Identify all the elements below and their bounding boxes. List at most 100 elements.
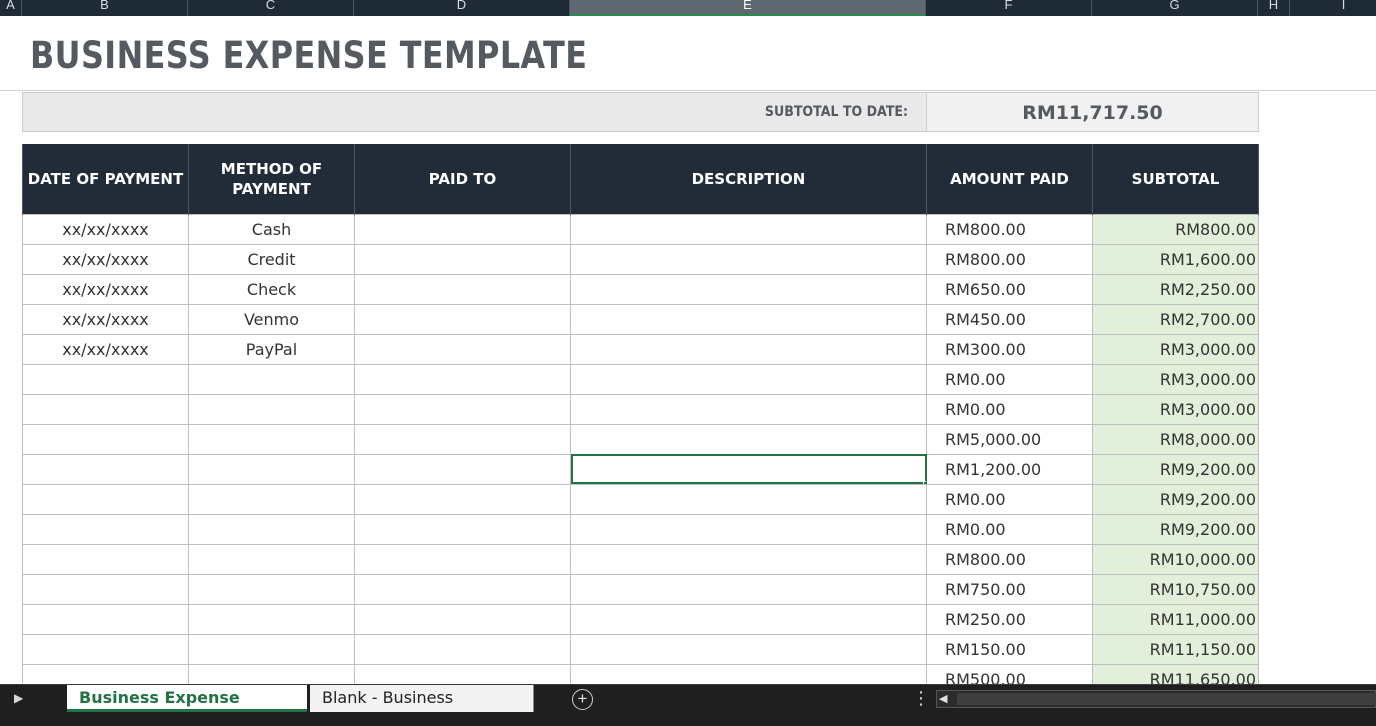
cell-paid-to[interactable] xyxy=(354,393,571,425)
header-method-of-payment[interactable]: METHOD OF PAYMENT xyxy=(188,144,355,214)
cell-date[interactable]: xx/xx/xxxx xyxy=(22,243,189,275)
horizontal-scrollbar[interactable]: ◀ xyxy=(936,690,1376,708)
cell-amount-paid[interactable]: RM650.00 xyxy=(926,273,1093,305)
fill-handle[interactable] xyxy=(923,480,926,483)
cell-description[interactable] xyxy=(570,333,927,365)
cell-method[interactable] xyxy=(188,543,355,575)
cell-description[interactable] xyxy=(570,423,927,455)
cell-method[interactable] xyxy=(188,603,355,635)
scrollbar-thumb[interactable] xyxy=(957,693,1376,705)
cell-method[interactable]: Venmo xyxy=(188,303,355,335)
cell-paid-to[interactable] xyxy=(354,573,571,605)
cell-paid-to[interactable] xyxy=(354,543,571,575)
cell-paid-to[interactable] xyxy=(354,273,571,305)
cell-method[interactable]: PayPal xyxy=(188,333,355,365)
cell-paid-to[interactable] xyxy=(354,633,571,665)
column-header-f[interactable]: F xyxy=(926,0,1092,16)
cell-method[interactable]: Check xyxy=(188,273,355,305)
cell-date[interactable] xyxy=(22,363,189,395)
cell-method[interactable] xyxy=(188,453,355,485)
cell-description[interactable] xyxy=(570,573,927,605)
cell-amount-paid[interactable]: RM0.00 xyxy=(926,363,1093,395)
cell-description[interactable] xyxy=(570,483,927,515)
cell-subtotal[interactable]: RM9,200.00 xyxy=(1092,453,1259,485)
cell-date[interactable] xyxy=(22,393,189,425)
cell-amount-paid[interactable]: RM5,000.00 xyxy=(926,423,1093,455)
cell-amount-paid[interactable]: RM800.00 xyxy=(926,213,1093,245)
cell-amount-paid[interactable]: RM800.00 xyxy=(926,243,1093,275)
cell-paid-to[interactable] xyxy=(354,333,571,365)
cell-method[interactable] xyxy=(188,633,355,665)
cell-description[interactable] xyxy=(570,393,927,425)
column-header-a[interactable]: A xyxy=(0,0,22,16)
cell-description[interactable] xyxy=(570,363,927,395)
cell-amount-paid[interactable]: RM250.00 xyxy=(926,603,1093,635)
cell-date[interactable]: xx/xx/xxxx xyxy=(22,333,189,365)
cell-paid-to[interactable] xyxy=(354,453,571,485)
cell-subtotal[interactable]: RM8,000.00 xyxy=(1092,423,1259,455)
cell-amount-paid[interactable]: RM1,200.00 xyxy=(926,453,1093,485)
cell-paid-to[interactable] xyxy=(354,303,571,335)
cell-subtotal[interactable]: RM10,000.00 xyxy=(1092,543,1259,575)
cell-method[interactable] xyxy=(188,573,355,605)
cell-date[interactable]: xx/xx/xxxx xyxy=(22,213,189,245)
cell-method[interactable] xyxy=(188,423,355,455)
cell-paid-to[interactable] xyxy=(354,483,571,515)
cell-subtotal[interactable]: RM3,000.00 xyxy=(1092,393,1259,425)
cell-description[interactable] xyxy=(570,633,927,665)
cell-description[interactable] xyxy=(570,513,927,545)
cell-subtotal[interactable]: RM11,000.00 xyxy=(1092,603,1259,635)
cell-amount-paid[interactable]: RM150.00 xyxy=(926,633,1093,665)
scroll-right-icon[interactable]: ▶ xyxy=(14,691,23,705)
cell-subtotal[interactable]: RM10,750.00 xyxy=(1092,573,1259,605)
cell-subtotal[interactable]: RM9,200.00 xyxy=(1092,483,1259,515)
cell-paid-to[interactable] xyxy=(354,213,571,245)
cell-subtotal[interactable]: RM1,600.00 xyxy=(1092,243,1259,275)
header-description[interactable]: DESCRIPTION xyxy=(570,144,927,214)
cell-description[interactable] xyxy=(570,303,927,335)
cell-date[interactable] xyxy=(22,423,189,455)
column-header-d[interactable]: D xyxy=(354,0,570,16)
cell-method[interactable] xyxy=(188,483,355,515)
active-cell[interactable] xyxy=(570,453,927,485)
add-sheet-icon[interactable]: + xyxy=(572,689,593,710)
column-header-i[interactable]: I xyxy=(1290,0,1376,16)
cell-paid-to[interactable] xyxy=(354,363,571,395)
cell-method[interactable] xyxy=(188,513,355,545)
cell-paid-to[interactable] xyxy=(354,513,571,545)
cell-subtotal[interactable]: RM9,200.00 xyxy=(1092,513,1259,545)
cell-description[interactable] xyxy=(570,603,927,635)
cell-date[interactable] xyxy=(22,453,189,485)
header-paid-to[interactable]: PAID TO xyxy=(354,144,571,214)
column-header-h[interactable]: H xyxy=(1258,0,1290,16)
cell-amount-paid[interactable]: RM0.00 xyxy=(926,483,1093,515)
column-header-c[interactable]: C xyxy=(188,0,354,16)
cell-description[interactable] xyxy=(570,543,927,575)
sheet-tab-blank-business-expenses[interactable]: Blank - Business Expenses xyxy=(310,685,534,726)
page-title[interactable]: BUSINESS EXPENSE TEMPLATE xyxy=(30,34,587,77)
cell-amount-paid[interactable]: RM800.00 xyxy=(926,543,1093,575)
cell-subtotal[interactable]: RM3,000.00 xyxy=(1092,363,1259,395)
cell-method[interactable]: Credit xyxy=(188,243,355,275)
cell-subtotal[interactable]: RM800.00 xyxy=(1092,213,1259,245)
cell-description[interactable] xyxy=(570,273,927,305)
subtotal-label-cell[interactable]: SUBTOTAL TO DATE: xyxy=(22,92,927,132)
cell-subtotal[interactable]: RM2,700.00 xyxy=(1092,303,1259,335)
cell-date[interactable] xyxy=(22,633,189,665)
cell-subtotal[interactable]: RM11,150.00 xyxy=(1092,633,1259,665)
cell-amount-paid[interactable]: RM750.00 xyxy=(926,573,1093,605)
cell-date[interactable] xyxy=(22,513,189,545)
subtotal-value-cell[interactable]: RM11,717.50 xyxy=(926,92,1259,132)
cell-date[interactable] xyxy=(22,573,189,605)
scroll-left-icon[interactable]: ◀ xyxy=(939,692,947,705)
cell-method[interactable] xyxy=(188,393,355,425)
cell-method[interactable]: Cash xyxy=(188,213,355,245)
cell-description[interactable] xyxy=(570,243,927,275)
more-options-icon[interactable]: ⋮ xyxy=(912,689,930,707)
cell-paid-to[interactable] xyxy=(354,603,571,635)
column-header-e[interactable]: E xyxy=(570,0,926,16)
column-header-b[interactable]: B xyxy=(22,0,188,16)
cell-method[interactable] xyxy=(188,363,355,395)
cell-date[interactable]: xx/xx/xxxx xyxy=(22,273,189,305)
cell-date[interactable] xyxy=(22,603,189,635)
